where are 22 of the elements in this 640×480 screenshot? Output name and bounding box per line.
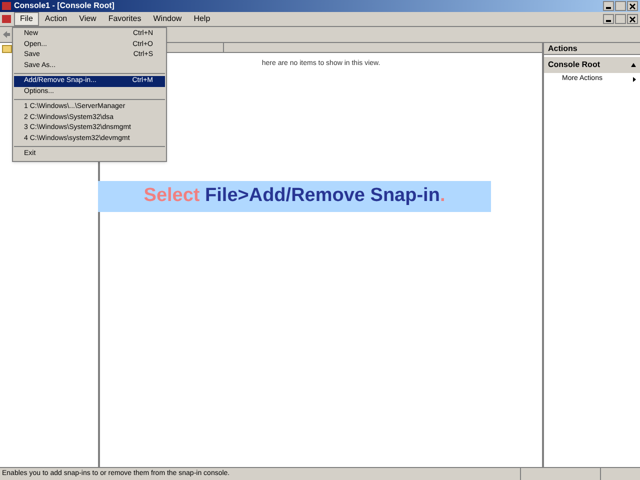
actions-section-header[interactable]: Console Root (544, 57, 640, 73)
minimize-button[interactable] (603, 14, 614, 24)
menu-item[interactable]: Favorites (102, 12, 148, 26)
close-button[interactable] (627, 1, 638, 11)
close-icon (629, 16, 636, 22)
back-arrow-icon[interactable] (2, 30, 11, 39)
menu-item[interactable]: File (14, 12, 39, 26)
minimize-icon (606, 7, 611, 9)
minimize-icon (606, 20, 611, 22)
submenu-arrow-icon (633, 77, 636, 82)
window-title: Console1 - [Console Root] (14, 2, 114, 10)
instruction-text: Select File>Add/Remove Snap-in. (144, 184, 446, 208)
menu-item[interactable]: Help (188, 12, 216, 26)
menu-item[interactable]: View (73, 12, 102, 26)
collapse-arrow-icon (631, 63, 636, 67)
menu-item[interactable]: Window (147, 12, 188, 26)
actions-title: Actions (544, 43, 640, 55)
close-button[interactable] (627, 14, 638, 24)
menu-item[interactable]: Action (38, 12, 74, 26)
minimize-button[interactable] (603, 1, 614, 11)
close-icon (629, 2, 636, 10)
folder-icon (2, 45, 12, 53)
